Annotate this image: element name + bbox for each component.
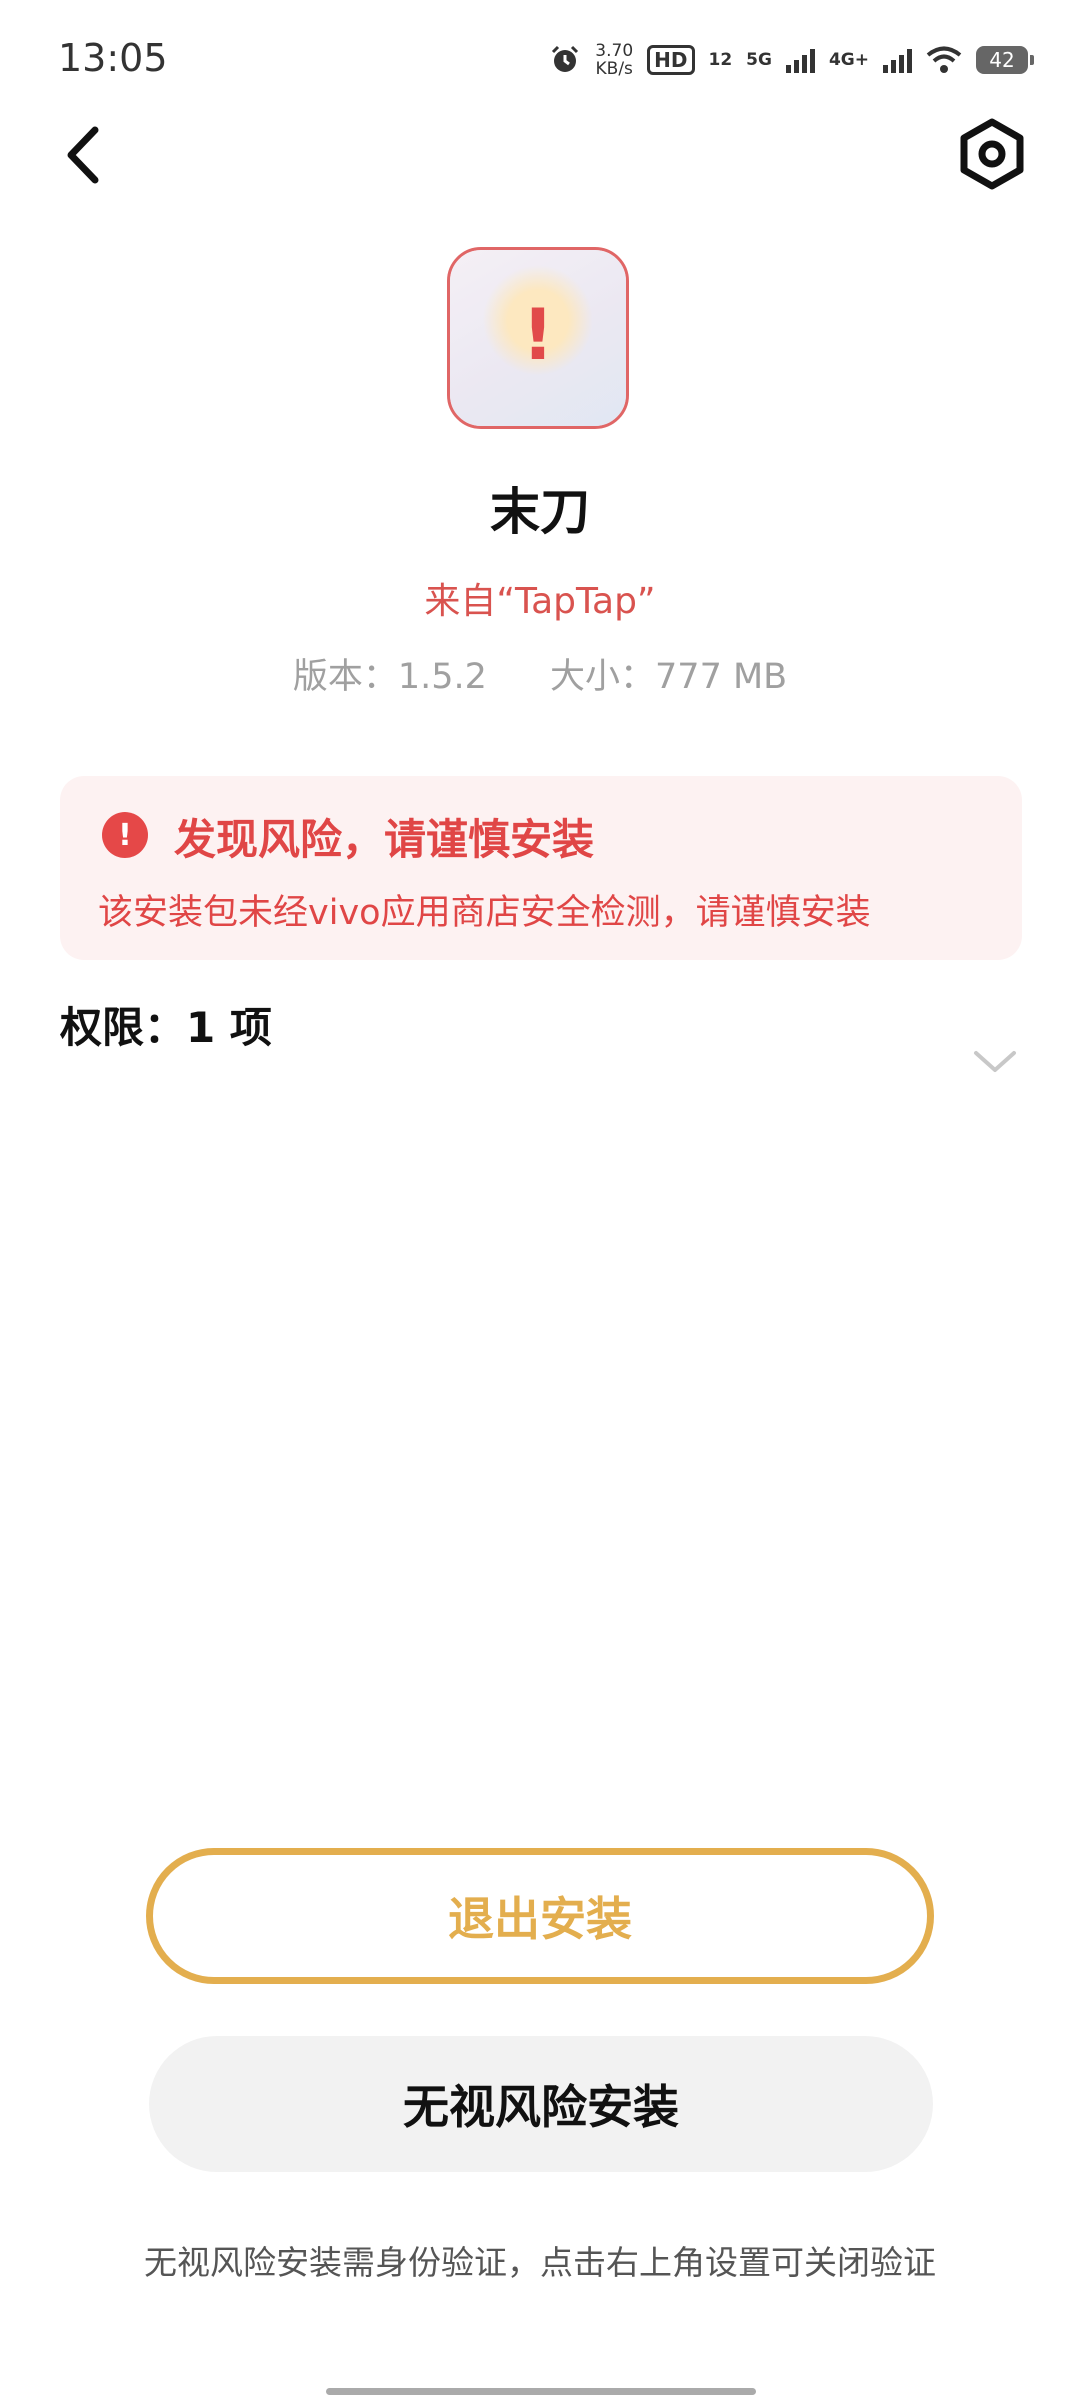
- wifi-icon: [926, 46, 962, 73]
- hd-sub-label: 12: [708, 50, 733, 70]
- app-meta: 版本：1.5.2 大小：777 MB: [0, 648, 1080, 699]
- network-speed-value: 3.70: [595, 41, 634, 61]
- hd-voice-icon: HD: [647, 45, 695, 75]
- back-button[interactable]: [55, 120, 115, 190]
- signal-bars-icon: [785, 47, 815, 73]
- app-icon: !: [447, 247, 629, 429]
- network-speed-unit: KB/s: [595, 59, 633, 79]
- signal-5g-label: 5G: [746, 50, 772, 70]
- status-time: 13:05: [58, 36, 168, 80]
- risk-description: 该安装包未经vivo应用商店安全检测，请谨慎安装: [98, 893, 871, 933]
- app-size: 大小：777 MB: [550, 657, 788, 697]
- warning-exclamation-icon: !: [522, 294, 554, 376]
- signal-4g-label: 4G+: [828, 50, 869, 70]
- settings-gear-icon: [960, 118, 1024, 190]
- status-bar: 13:05 3.70 KB/s HD 12 5G 4G+ 42: [0, 0, 1080, 110]
- ignore-risk-install-button[interactable]: 无视风险安装: [149, 2036, 933, 2172]
- app-name: 末刀: [490, 483, 590, 541]
- exit-install-button[interactable]: 退出安装: [146, 1848, 934, 1984]
- app-version: 版本：1.5.2: [292, 657, 487, 697]
- alarm-clock-icon: [552, 45, 579, 72]
- battery-level: 42: [989, 48, 1015, 72]
- status-icons: 3.70 KB/s HD 12 5G 4G+ 42: [549, 38, 1034, 82]
- settings-button[interactable]: [956, 118, 1028, 190]
- risk-warning-card: ! 发现风险，请谨慎安装 该安装包未经vivo应用商店安全检测，请谨慎安装: [60, 776, 1022, 960]
- home-indicator[interactable]: [326, 2388, 756, 2395]
- permissions-expand-toggle[interactable]: [972, 1048, 1018, 1076]
- signal-bars-icon: [883, 47, 912, 73]
- footer-note: 无视风险安装需身份验证，点击右上角设置可关闭验证: [144, 2243, 936, 2282]
- back-arrow-icon: [67, 126, 99, 184]
- risk-title: 发现风险，请谨慎安装: [174, 815, 595, 864]
- network-speed: 3.70 KB/s: [595, 42, 633, 78]
- permissions-label: 权限：1 项: [60, 1003, 272, 1052]
- warning-circle-icon: !: [102, 812, 148, 858]
- battery-icon: 42: [976, 46, 1034, 74]
- chevron-down-icon: [974, 1051, 1016, 1072]
- app-source: 来自“TapTap”: [424, 581, 656, 622]
